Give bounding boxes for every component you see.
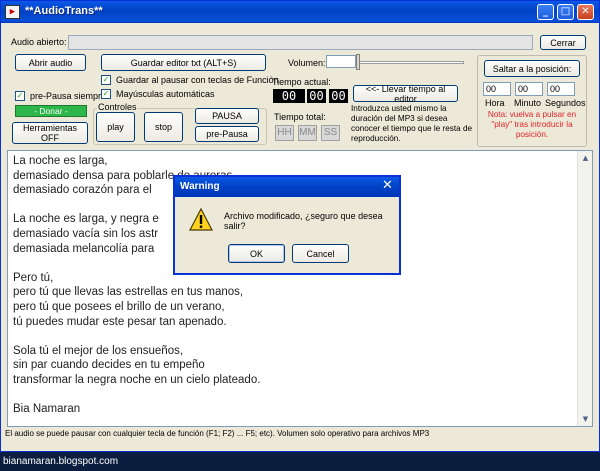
seconds-label: Segundos	[545, 98, 586, 108]
editor-line: Sola tú el mejor de los ensueños,	[13, 344, 184, 357]
controls-group-label: Controles	[97, 102, 138, 112]
warning-dialog: Warning ✕ Archivo modificado, ¿seguro qu…	[173, 175, 401, 275]
scroll-up-arrow-icon[interactable]: ▲	[579, 152, 592, 164]
maximize-button[interactable]: □	[557, 4, 574, 20]
pre-pause-button[interactable]: pre-Pausa	[195, 126, 259, 142]
position-note: Nota: vuelva a pulsar en "play" tras int…	[487, 110, 577, 139]
total-time-label: Tiempo total:	[274, 112, 326, 122]
pre-pause-always-label: pre-Pausa siempre	[30, 91, 107, 101]
volume-slider[interactable]	[326, 54, 464, 70]
open-audio-button[interactable]: Abrir audio	[15, 54, 86, 71]
screen: ▶ **AudioTrans** _ □ ✕ Audio abierto: Ce…	[0, 0, 600, 471]
dialog-title-bar[interactable]: Warning ✕	[175, 177, 399, 197]
total-minutes-field[interactable]: MM	[298, 125, 317, 141]
minute-input[interactable]: 00	[515, 82, 543, 96]
help-text: Introduzca usted mismo la duración del M…	[351, 104, 473, 143]
play-button[interactable]: play	[96, 112, 135, 142]
close-button[interactable]: ✕	[577, 4, 594, 20]
audio-path-field[interactable]	[68, 35, 533, 50]
editor-line: Bia Namaran	[13, 403, 81, 416]
editor-line: tú puedes mudar este pesar tan apenado.	[13, 315, 227, 328]
tools-button[interactable]: Herramientas OFF	[12, 122, 88, 144]
total-seconds-field[interactable]: SS	[321, 125, 340, 141]
auto-caps-label: Mayúsculas automáticas	[116, 89, 215, 99]
title-bar[interactable]: ▶ **AudioTrans** _ □ ✕	[1, 1, 599, 23]
app-icon: ▶	[5, 5, 20, 19]
editor-line: transformar la negra noche en un cielo p…	[13, 373, 261, 386]
save-on-pause-checkbox[interactable]: ✓	[101, 75, 111, 85]
dialog-close-button[interactable]: ✕	[380, 179, 395, 194]
auto-caps-checkbox[interactable]: ✓	[101, 89, 111, 99]
pause-button[interactable]: PAUSA	[195, 108, 259, 124]
pre-pause-always-checkbox[interactable]: ✓	[15, 91, 25, 101]
editor-line: pero tú que llevas las estrellas en tus …	[13, 286, 244, 299]
editor-line: pero tú que posees el brillo de un veran…	[13, 300, 225, 313]
minute-label: Minuto	[514, 98, 542, 108]
save-editor-button[interactable]: Guardar editor txt (ALT+S)	[101, 54, 266, 71]
editor-line: sin par cuando decides en tu empeño	[13, 359, 205, 372]
bring-time-to-editor-button[interactable]: <<- Llevar tiempo al editor	[353, 84, 458, 104]
footer-url: bianamaran.blogspot.com	[3, 456, 119, 467]
donate-button[interactable]: - Donar -	[15, 105, 87, 117]
volume-label: Volumen:	[288, 58, 326, 68]
close-audio-button[interactable]: Cerrar	[540, 35, 586, 50]
current-minutes: 00	[307, 89, 326, 103]
current-time-label: Tiempo actual:	[272, 77, 331, 87]
scroll-down-arrow-icon[interactable]: ▼	[579, 413, 592, 425]
current-hours: 00	[273, 89, 305, 103]
window-title: **AudioTrans**	[25, 5, 103, 17]
cancel-button[interactable]: Cancel	[292, 244, 349, 263]
minimize-button[interactable]: _	[537, 4, 554, 20]
hour-label: Hora	[485, 98, 505, 108]
stop-button[interactable]: stop	[144, 112, 183, 142]
editor-scrollbar[interactable]: ▲ ▼	[577, 151, 592, 426]
audio-opened-label: Audio abierto:	[11, 37, 67, 47]
save-on-pause-label: Guardar al pausar con teclas de Función	[116, 75, 279, 85]
dialog-title: Warning	[180, 181, 220, 192]
jump-to-position-button[interactable]: Saltar a la posición:	[484, 60, 580, 77]
volume-thumb[interactable]	[356, 54, 360, 70]
dialog-message: Archivo modificado, ¿seguro que desea sa…	[224, 211, 383, 231]
total-hours-field[interactable]: HH	[275, 125, 294, 141]
warning-icon	[189, 208, 213, 231]
hour-input[interactable]: 00	[483, 82, 511, 96]
current-seconds: 00	[329, 89, 348, 103]
status-bar-text: El audio se puede pausar con cualquier t…	[5, 429, 430, 438]
seconds-input[interactable]: 00	[547, 82, 575, 96]
editor-line: La noche es larga,	[13, 155, 108, 167]
ok-button[interactable]: OK	[228, 244, 285, 263]
volume-fill	[326, 55, 356, 68]
